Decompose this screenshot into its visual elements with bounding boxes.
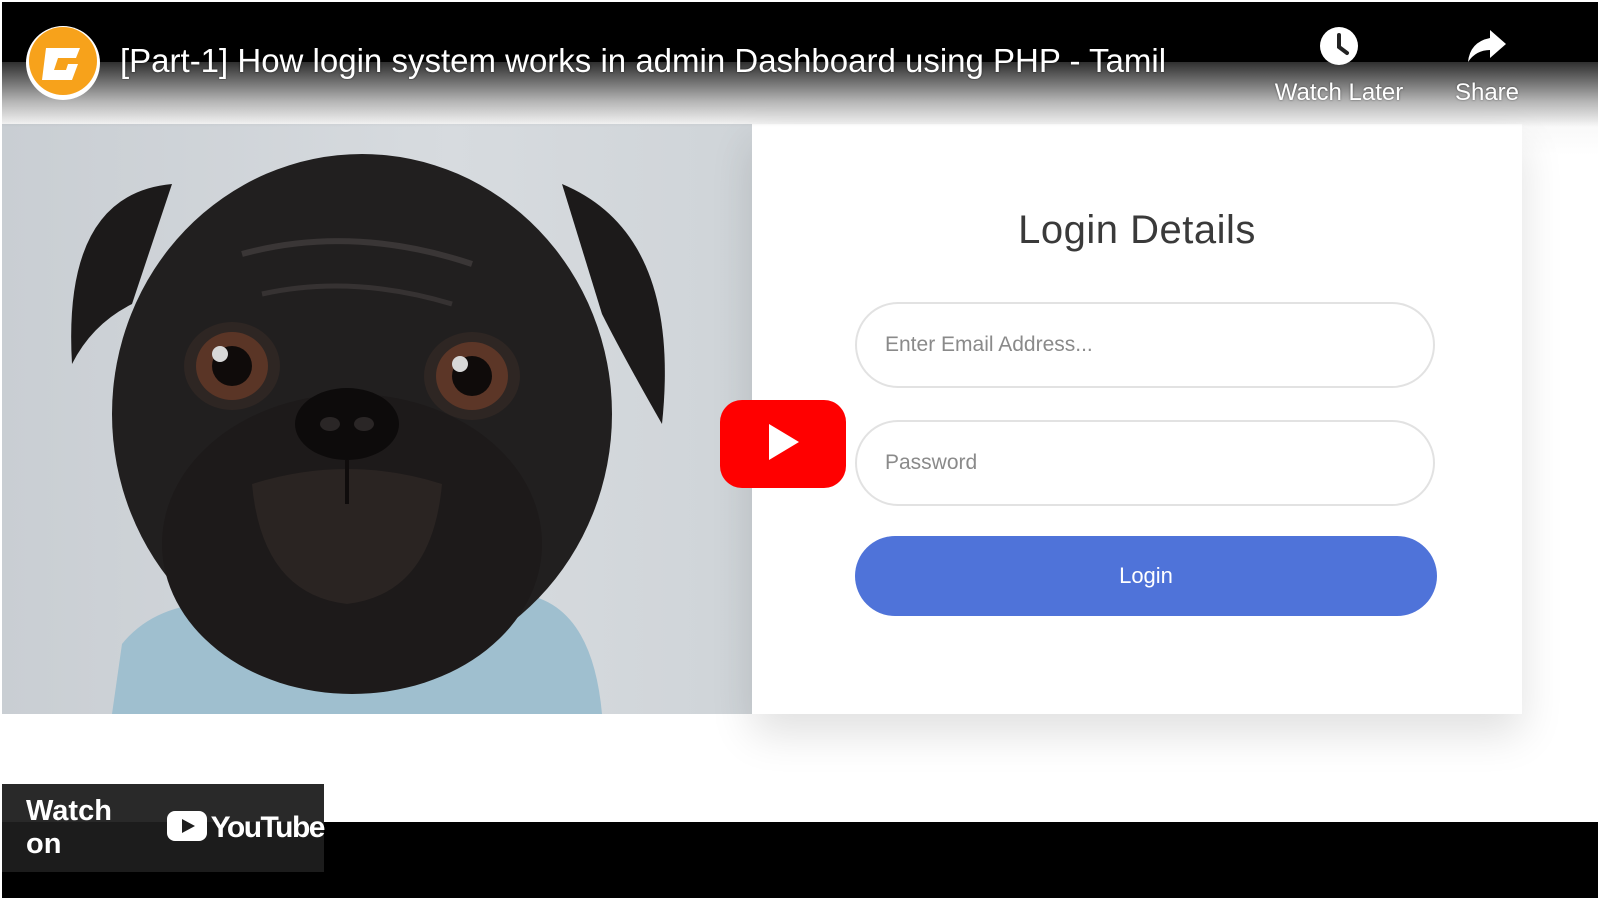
- video-player[interactable]: Login Details Login [Part-1] How login s…: [2, 2, 1598, 898]
- login-button[interactable]: Login: [855, 536, 1437, 616]
- pug-photo: [2, 124, 752, 714]
- youtube-play-logo-icon: [166, 810, 207, 846]
- channel-avatar[interactable]: [26, 26, 100, 100]
- share-button[interactable]: Share: [1442, 26, 1532, 107]
- password-field[interactable]: [855, 420, 1435, 506]
- email-field[interactable]: [855, 302, 1435, 388]
- watch-later-label: Watch Later: [1274, 79, 1404, 106]
- clock-icon: [1319, 27, 1359, 70]
- play-icon: [763, 422, 803, 467]
- youtube-wordmark: YouTube: [210, 811, 326, 844]
- login-title: Login Details: [1018, 208, 1256, 252]
- watch-on-label: Watch on: [26, 795, 112, 860]
- watch-later-button[interactable]: Watch Later: [1264, 26, 1414, 107]
- share-arrow-icon: [1466, 30, 1508, 70]
- login-card: Login Details Login: [752, 124, 1522, 714]
- channel-logo-icon: [28, 26, 98, 101]
- play-button[interactable]: [720, 400, 846, 488]
- video-title[interactable]: [Part-1] How login system works in admin…: [120, 42, 1240, 80]
- share-label: Share: [1454, 79, 1520, 106]
- watch-on-youtube-button[interactable]: Watch on YouTube: [2, 784, 326, 872]
